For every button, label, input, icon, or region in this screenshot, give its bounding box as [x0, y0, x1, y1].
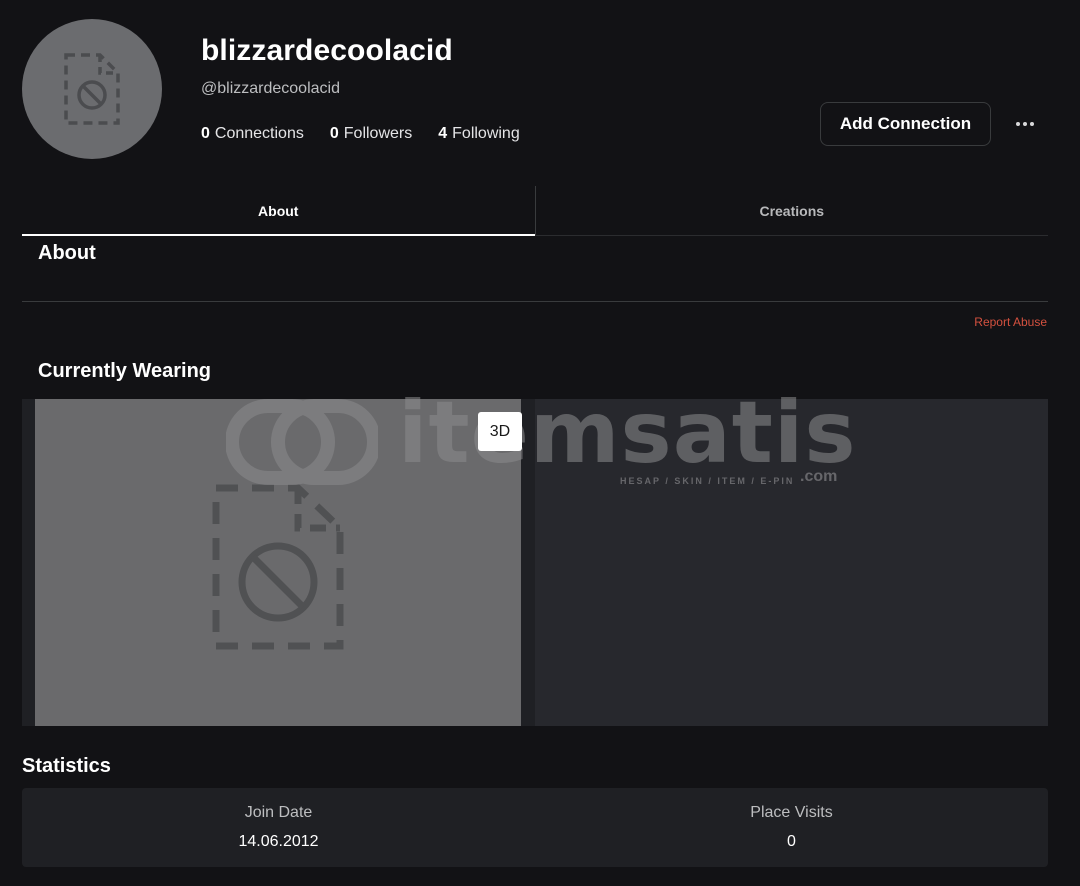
- stat-place-visits: Place Visits 0: [535, 788, 1048, 867]
- followers-count: 0: [329, 125, 339, 142]
- followers-link[interactable]: 0 Followers: [330, 125, 412, 143]
- add-connection-button[interactable]: Add Connection: [820, 102, 991, 146]
- stat-value: 0: [787, 833, 796, 850]
- statistics-heading: Statistics: [22, 755, 111, 777]
- tab-about[interactable]: About: [22, 186, 535, 236]
- avatar[interactable]: [22, 19, 162, 159]
- broken-image-icon: [212, 484, 344, 649]
- avatar-viewer: [22, 399, 1048, 726]
- profile-tabs: About Creations: [22, 186, 1048, 236]
- more-options-button[interactable]: [1008, 110, 1042, 138]
- statistics-panel: Join Date 14.06.2012 Place Visits 0: [22, 788, 1048, 867]
- stat-value: 14.06.2012: [238, 833, 319, 850]
- connections-count: 0: [201, 125, 210, 142]
- divider: [22, 301, 1048, 302]
- connections-label: Connections: [214, 125, 304, 142]
- about-heading: About: [38, 242, 96, 264]
- currently-wearing-heading: Currently Wearing: [38, 360, 211, 382]
- avatar-preview[interactable]: [35, 399, 521, 726]
- followers-label: Followers: [343, 125, 413, 142]
- stat-label: Join Date: [244, 804, 313, 821]
- username-handle: @blizzardecoolacid: [201, 80, 340, 97]
- wearing-items-panel: [535, 399, 1048, 726]
- broken-image-icon: [64, 53, 120, 125]
- following-count: 4: [438, 125, 448, 142]
- stat-join-date: Join Date 14.06.2012: [22, 788, 535, 867]
- following-label: Following: [452, 125, 520, 142]
- profile-page: blizzardecoolacid @blizzardecoolacid 0 Co…: [0, 0, 1080, 886]
- social-stats: 0 Connections 0 Followers 4 Following: [201, 125, 520, 143]
- more-horizontal-icon: [1016, 122, 1034, 126]
- connections-link[interactable]: 0 Connections: [201, 125, 304, 143]
- report-abuse-link[interactable]: Report Abuse: [974, 315, 1047, 329]
- toggle-3d-button[interactable]: 3D: [478, 412, 522, 451]
- tab-creations[interactable]: Creations: [536, 186, 1049, 235]
- display-name: blizzardecoolacid: [201, 34, 453, 67]
- following-link[interactable]: 4 Following: [438, 125, 520, 143]
- stat-label: Place Visits: [750, 804, 833, 821]
